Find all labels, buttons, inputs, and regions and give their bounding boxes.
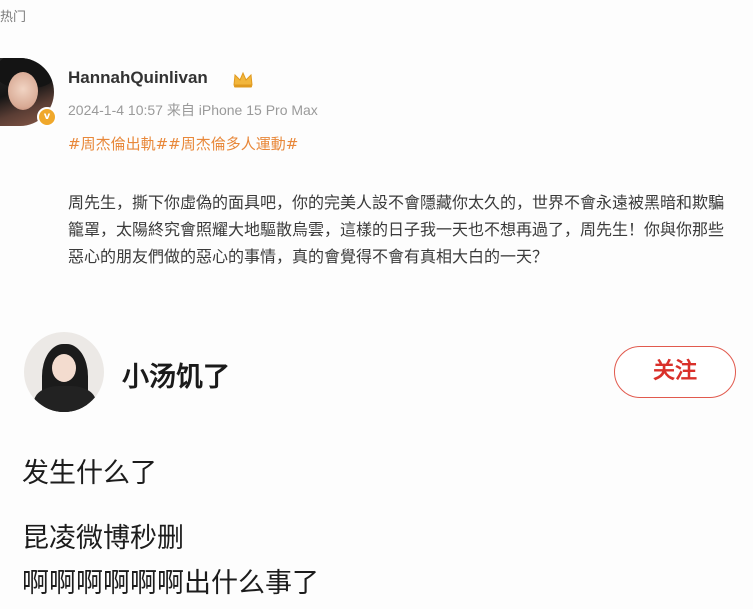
comment-line-3: 啊啊啊啊啊啊出什么事了: [22, 568, 319, 599]
avatar-xiaotang[interactable]: [24, 332, 104, 412]
comment-line-1: 发生什么了: [22, 458, 157, 489]
post-hashtags[interactable]: #周杰倫出軌##周杰倫多人運動#: [68, 133, 298, 154]
follow-button[interactable]: 关注: [614, 346, 736, 398]
comment-line-2: 昆凌微博秒删: [22, 523, 184, 554]
commenter-username[interactable]: 小汤饥了: [122, 355, 230, 394]
post-meta: 2024-1-4 10:57 来自 iPhone 15 Pro Max: [68, 102, 318, 118]
post-username[interactable]: HannahQuinlivan: [68, 68, 208, 88]
top-tab-hot[interactable]: 热门: [0, 6, 26, 25]
crown-icon: [233, 71, 253, 88]
verified-badge-icon: v: [37, 107, 57, 127]
post-body: 周先生，撕下你虛偽的面具吧，你的完美人設不會隱藏你太久的，世界不會永遠被黑暗和欺…: [68, 193, 725, 266]
